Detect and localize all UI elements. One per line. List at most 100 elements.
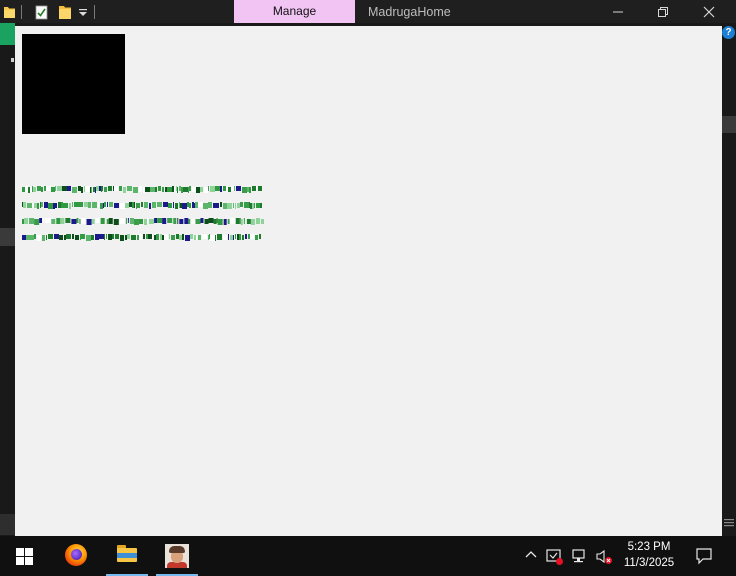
new-folder-icon[interactable] bbox=[58, 4, 72, 20]
noise-pixel bbox=[34, 219, 40, 225]
tray-security[interactable] bbox=[544, 536, 566, 576]
taskbar-firefox[interactable] bbox=[55, 536, 97, 576]
noise-pixel bbox=[198, 202, 203, 207]
noise-pixel bbox=[44, 202, 48, 208]
noise-pixel bbox=[42, 235, 45, 241]
noise-pixel bbox=[234, 186, 235, 191]
noise-pixel bbox=[131, 202, 132, 207]
noise-pixel bbox=[242, 187, 247, 193]
noise-pixel bbox=[25, 186, 28, 192]
noise-pixel bbox=[125, 203, 129, 208]
noise-pixel bbox=[152, 202, 156, 208]
noise-pixel bbox=[233, 235, 234, 240]
noise-pixel bbox=[48, 234, 53, 239]
noise-pixel bbox=[99, 234, 104, 239]
noise-pixel bbox=[203, 203, 208, 209]
taskbar-file-explorer[interactable] bbox=[106, 536, 148, 576]
noise-pixel bbox=[133, 187, 138, 193]
tray-network[interactable] bbox=[569, 536, 591, 576]
noise-pixel bbox=[196, 187, 200, 193]
noise-pixel bbox=[67, 186, 71, 191]
noise-pixel bbox=[22, 219, 25, 224]
noise-pixel bbox=[108, 218, 113, 224]
noise-pixel bbox=[213, 219, 217, 224]
black-image-thumbnail[interactable] bbox=[22, 34, 125, 134]
folder-icon[interactable] bbox=[3, 4, 16, 20]
noise-pixel bbox=[236, 186, 241, 191]
close-button[interactable] bbox=[686, 0, 732, 23]
noise-pixel bbox=[55, 203, 57, 208]
noise-pixel bbox=[173, 202, 174, 208]
noise-pixel bbox=[84, 186, 85, 192]
windows-logo-icon bbox=[16, 548, 33, 565]
noise-pixel bbox=[139, 186, 142, 192]
background-window-fragment bbox=[11, 58, 14, 62]
noise-pixel bbox=[172, 186, 174, 192]
noise-pixel bbox=[189, 203, 191, 208]
security-alert-icon bbox=[546, 549, 563, 565]
noise-pixel bbox=[240, 202, 243, 207]
noise-pixel bbox=[69, 203, 71, 209]
corrupted-text-line bbox=[22, 234, 261, 241]
noise-pixel bbox=[255, 218, 260, 224]
noise-pixel bbox=[210, 235, 215, 241]
noise-pixel bbox=[215, 186, 220, 191]
noise-pixel bbox=[188, 187, 189, 193]
noise-pixel bbox=[244, 202, 249, 208]
show-hidden-icons-button[interactable] bbox=[522, 536, 538, 576]
clock[interactable]: 5:23 PM 11/3/2025 bbox=[616, 536, 682, 576]
noise-pixel bbox=[228, 234, 229, 240]
noise-pixel bbox=[256, 186, 257, 191]
background-window-fragment bbox=[722, 116, 736, 133]
noise-pixel bbox=[163, 202, 168, 207]
details-view-icon[interactable] bbox=[722, 516, 736, 530]
noise-pixel bbox=[169, 234, 170, 239]
chevron-up-icon bbox=[525, 551, 537, 558]
noise-pixel bbox=[72, 234, 74, 239]
noise-pixel bbox=[127, 218, 129, 223]
taskbar-photo-app[interactable] bbox=[156, 536, 198, 576]
minimize-icon bbox=[613, 11, 623, 13]
noise-pixel bbox=[29, 218, 35, 224]
noise-pixel bbox=[88, 202, 91, 208]
restore-button[interactable] bbox=[640, 0, 686, 23]
help-icon[interactable]: ? bbox=[722, 26, 735, 39]
noise-pixel bbox=[134, 202, 135, 208]
tab-manage[interactable]: Manage bbox=[234, 0, 355, 23]
noise-pixel bbox=[175, 203, 178, 209]
customize-dropdown-icon[interactable] bbox=[77, 4, 89, 20]
tray-volume[interactable] bbox=[593, 536, 615, 576]
noise-pixel bbox=[146, 234, 148, 239]
noise-pixel bbox=[157, 202, 162, 207]
noise-pixel bbox=[187, 202, 189, 207]
minimize-button[interactable] bbox=[595, 0, 641, 23]
noise-pixel bbox=[79, 219, 81, 224]
noise-pixel bbox=[93, 187, 95, 192]
start-button[interactable] bbox=[0, 536, 48, 576]
noise-pixel bbox=[246, 219, 251, 224]
noise-pixel bbox=[141, 202, 143, 207]
noise-pixel bbox=[100, 218, 105, 224]
noise-pixel bbox=[44, 186, 46, 191]
noise-pixel bbox=[158, 186, 161, 191]
noise-pixel bbox=[46, 235, 47, 240]
noise-pixel bbox=[227, 219, 230, 224]
noise-pixel bbox=[149, 219, 155, 224]
noise-pixel bbox=[202, 234, 207, 239]
noise-pixel bbox=[155, 187, 157, 192]
noise-pixel bbox=[154, 218, 158, 223]
noise-pixel bbox=[114, 186, 118, 191]
volume-muted-icon bbox=[596, 549, 612, 564]
noise-pixel bbox=[43, 202, 44, 207]
noise-pixel bbox=[176, 234, 179, 239]
noise-pixel bbox=[22, 235, 26, 240]
noise-pixel bbox=[216, 218, 218, 223]
properties-check-icon[interactable] bbox=[35, 4, 48, 20]
action-center-button[interactable] bbox=[688, 536, 728, 576]
noise-pixel bbox=[233, 203, 234, 208]
noise-pixel bbox=[204, 219, 209, 224]
noise-pixel bbox=[45, 218, 51, 223]
noise-pixel bbox=[255, 235, 258, 240]
noise-pixel bbox=[102, 186, 103, 191]
noise-pixel bbox=[74, 202, 78, 207]
